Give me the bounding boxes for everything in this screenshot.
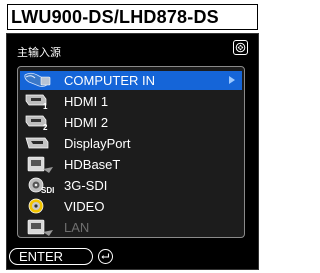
menu-header: 主输入源 [17,46,61,59]
source-item-label: COMPUTER IN [64,73,155,88]
rca-connector-icon [23,197,59,216]
enter-icon[interactable] [98,249,113,264]
enter-button[interactable]: ENTER [9,248,93,265]
hdmi-connector-icon [23,113,59,132]
source-item-label: 3G-SDI [64,178,108,193]
source-item-computer-in[interactable]: COMPUTER IN [20,71,242,90]
close-icon[interactable] [233,40,248,55]
source-item-label: HDMI 1 [64,94,109,109]
sdi-badge: SDI [41,186,55,195]
vga-connector-icon [23,71,59,90]
source-item-displayport[interactable]: DisplayPort [20,134,242,153]
model-title: LWU900-DS/LHD878-DS [7,4,258,30]
source-item-label: HDBaseT [64,157,121,172]
source-item-hdmi-1[interactable]: 1 HDMI 1 [20,92,242,111]
hdmi-badge: 1 [43,102,48,111]
enter-button-label: ENTER [19,249,64,264]
input-source-menu: 主输入源 COMPUTER IN 1 HDMI 1 2 HDMI 2 Displ… [6,33,259,270]
source-item-label: HDMI 2 [64,115,109,130]
source-item-hdbaset[interactable]: HDBaseT [20,155,242,174]
submenu-arrow-icon [229,76,235,84]
source-item-hdmi-2[interactable]: 2 HDMI 2 [20,113,242,132]
lan-cable-connector-icon [23,155,59,174]
source-list: COMPUTER IN 1 HDMI 1 2 HDMI 2 DisplayPor… [17,66,245,238]
displayport-connector-icon [23,134,59,153]
source-item-label: DisplayPort [64,136,131,151]
source-item-3g-sdi[interactable]: SDI 3G-SDI [20,176,242,195]
source-item-video[interactable]: VIDEO [20,197,242,216]
lan-cable-connector-icon [23,218,59,237]
hdmi-connector-icon [23,92,59,111]
source-item-label: VIDEO [64,199,105,214]
source-item-label: LAN [64,220,90,235]
hdmi-badge: 2 [43,123,48,132]
source-item-lan: LAN [20,218,242,237]
